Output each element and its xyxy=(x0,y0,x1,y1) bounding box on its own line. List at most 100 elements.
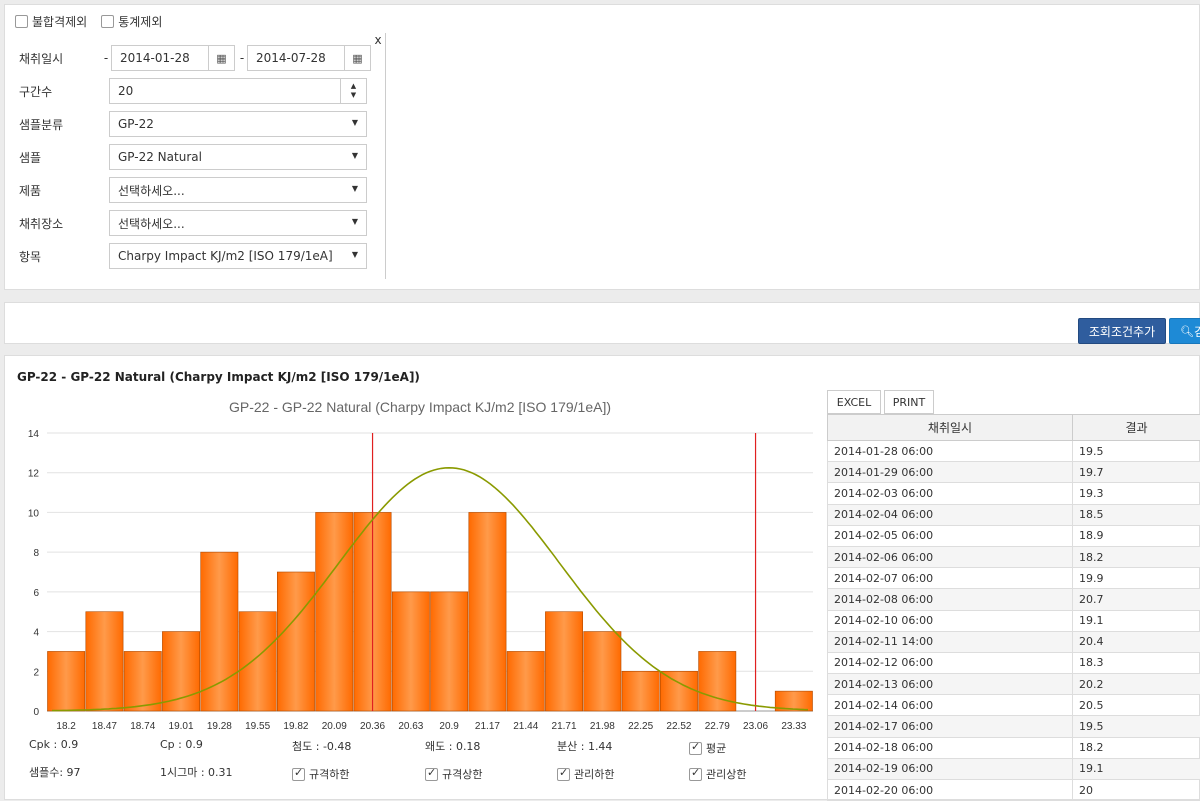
table-header: 채취일시 결과 xyxy=(828,415,1200,441)
table-row[interactable]: 2014-02-03 06:0019.3 xyxy=(828,483,1200,504)
table-row[interactable]: 2014-02-13 06:0020.2 xyxy=(828,674,1200,695)
x-tick-label: 18.2 xyxy=(56,721,76,732)
table-row[interactable]: 2014-02-17 06:0019.5 xyxy=(828,716,1200,737)
date-cell: 2014-02-17 06:00 xyxy=(828,716,1073,737)
table-row[interactable]: 2014-02-07 06:0019.9 xyxy=(828,568,1200,589)
checkbox-icon[interactable] xyxy=(689,742,702,755)
histogram-bar[interactable] xyxy=(545,612,582,711)
calendar-icon[interactable]: ▦ xyxy=(344,46,370,70)
table-row[interactable]: 2014-02-05 06:0018.9 xyxy=(828,525,1200,546)
histogram-bar[interactable] xyxy=(277,572,314,711)
table-row[interactable]: 2014-02-11 14:0020.4 xyxy=(828,631,1200,652)
result-cell: 20.4 xyxy=(1073,631,1200,652)
y-tick-label: 4 xyxy=(33,628,39,639)
calendar-icon[interactable]: ▦ xyxy=(208,46,234,70)
lsl-label: 규격하한 xyxy=(309,766,349,782)
histogram-bar[interactable] xyxy=(431,592,468,711)
histogram-bar[interactable] xyxy=(584,632,621,711)
table-row[interactable]: 2014-02-04 06:0018.5 xyxy=(828,504,1200,525)
date-cell: 2014-01-28 06:00 xyxy=(828,441,1073,462)
item-select[interactable]: Charpy Impact KJ/m2 [ISO 179/1eA] ▼ xyxy=(109,243,367,269)
table-row[interactable]: 2014-02-10 06:0019.1 xyxy=(828,610,1200,631)
histogram-bar[interactable] xyxy=(124,651,161,711)
filter-panel: 불합격제외 통계제외 x 채취일시 - 2014-01-28 ▦ - 2014-… xyxy=(4,4,1200,290)
add-condition-button[interactable]: 조회조건추가 xyxy=(1078,318,1166,344)
histogram-bar[interactable] xyxy=(201,552,238,711)
chevron-down-icon: ▼ xyxy=(352,250,358,259)
chevron-down-icon: ▼ xyxy=(352,217,358,226)
histogram-bar[interactable] xyxy=(239,612,276,711)
sample-class-label: 샘플분류 xyxy=(19,116,107,133)
exclude-stats-checkbox[interactable]: 통계제외 xyxy=(101,13,162,30)
table-row[interactable]: 2014-02-19 06:0019.1 xyxy=(828,758,1200,779)
ucl-toggle[interactable]: 관리상한 xyxy=(689,766,746,782)
table-row[interactable]: 2014-02-06 06:0018.2 xyxy=(828,546,1200,567)
print-button[interactable]: PRINT xyxy=(884,390,934,414)
result-cell: 19.5 xyxy=(1073,716,1200,737)
cpk-stat: Cpk : 0.9 xyxy=(29,738,78,751)
action-bar: 조회조건추가 🔍︎ 검 xyxy=(4,302,1200,344)
checkbox-icon[interactable] xyxy=(689,768,702,781)
histogram-bar[interactable] xyxy=(162,632,199,711)
x-tick-label: 18.74 xyxy=(130,721,155,732)
date-column-header[interactable]: 채취일시 xyxy=(828,415,1073,441)
histogram-bar[interactable] xyxy=(660,671,697,711)
table-row[interactable]: 2014-02-12 06:0018.3 xyxy=(828,652,1200,673)
histogram-bar[interactable] xyxy=(48,651,85,711)
ucl-label: 관리상한 xyxy=(706,766,746,782)
lcl-toggle[interactable]: 관리하한 xyxy=(557,766,614,782)
checkbox-icon[interactable] xyxy=(101,15,114,28)
sample-select[interactable]: GP-22 Natural ▼ xyxy=(109,144,367,170)
histogram-bar[interactable] xyxy=(507,651,544,711)
histogram-bar[interactable] xyxy=(469,512,506,711)
histogram-bar[interactable] xyxy=(392,592,429,711)
histogram-bar[interactable] xyxy=(622,671,659,711)
result-cell: 18.5 xyxy=(1073,504,1200,525)
date-cell: 2014-02-08 06:00 xyxy=(828,589,1073,610)
section-title: GP-22 - GP-22 Natural (Charpy Impact KJ/… xyxy=(17,370,420,384)
y-tick-label: 8 xyxy=(33,548,39,559)
lsl-toggle[interactable]: 규격하한 xyxy=(292,766,349,782)
date-to-field[interactable]: 2014-07-28 ▦ xyxy=(247,45,371,71)
samples-stat: 샘플수: 97 xyxy=(29,764,81,780)
table-row[interactable]: 2014-02-18 06:0018.2 xyxy=(828,737,1200,758)
x-tick-label: 21.98 xyxy=(590,721,615,732)
mean-toggle[interactable]: 평균 xyxy=(689,740,726,756)
excel-button[interactable]: EXCEL xyxy=(827,390,881,414)
x-tick-label: 22.79 xyxy=(705,721,730,732)
histogram-bar[interactable] xyxy=(86,612,123,711)
y-tick-label: 2 xyxy=(33,667,39,678)
dash: - xyxy=(239,51,245,65)
table-row[interactable]: 2014-02-20 06:0020 xyxy=(828,780,1200,801)
location-select[interactable]: 선택하세오... ▼ xyxy=(109,210,367,236)
mean-label: 평균 xyxy=(706,740,726,756)
checkbox-icon[interactable] xyxy=(292,768,305,781)
sample-class-value: GP-22 xyxy=(118,117,154,131)
usl-label: 규격상한 xyxy=(442,766,482,782)
x-tick-label: 23.33 xyxy=(781,721,806,732)
date-cell: 2014-02-04 06:00 xyxy=(828,504,1073,525)
bins-stepper[interactable]: 20 ▲▼ xyxy=(109,78,367,104)
x-tick-label: 20.9 xyxy=(439,721,459,732)
histogram-bar[interactable] xyxy=(316,512,353,711)
usl-toggle[interactable]: 규격상한 xyxy=(425,766,482,782)
result-cell: 18.3 xyxy=(1073,652,1200,673)
close-filter-button[interactable]: x xyxy=(370,33,386,49)
checkbox-icon[interactable] xyxy=(557,768,570,781)
table-row[interactable]: 2014-02-14 06:0020.5 xyxy=(828,695,1200,716)
date-to-value: 2014-07-28 xyxy=(256,51,326,65)
table-row[interactable]: 2014-02-08 06:0020.7 xyxy=(828,589,1200,610)
date-from-field[interactable]: 2014-01-28 ▦ xyxy=(111,45,235,71)
spinner-icon[interactable]: ▲▼ xyxy=(340,79,366,103)
table-row[interactable]: 2014-01-28 06:0019.5 xyxy=(828,441,1200,462)
y-tick-label: 6 xyxy=(33,588,39,599)
checkbox-icon[interactable] xyxy=(425,768,438,781)
sample-class-select[interactable]: GP-22 ▼ xyxy=(109,111,367,137)
exclude-nonconforming-checkbox[interactable]: 불합격제외 xyxy=(15,13,87,30)
search-button[interactable]: 🔍︎ 검 xyxy=(1169,318,1200,344)
checkbox-icon[interactable] xyxy=(15,15,28,28)
result-column-header[interactable]: 결과 xyxy=(1073,415,1200,441)
table-row[interactable]: 2014-01-29 06:0019.7 xyxy=(828,462,1200,483)
date-cell: 2014-02-11 14:00 xyxy=(828,631,1073,652)
product-select[interactable]: 선택하세오... ▼ xyxy=(109,177,367,203)
